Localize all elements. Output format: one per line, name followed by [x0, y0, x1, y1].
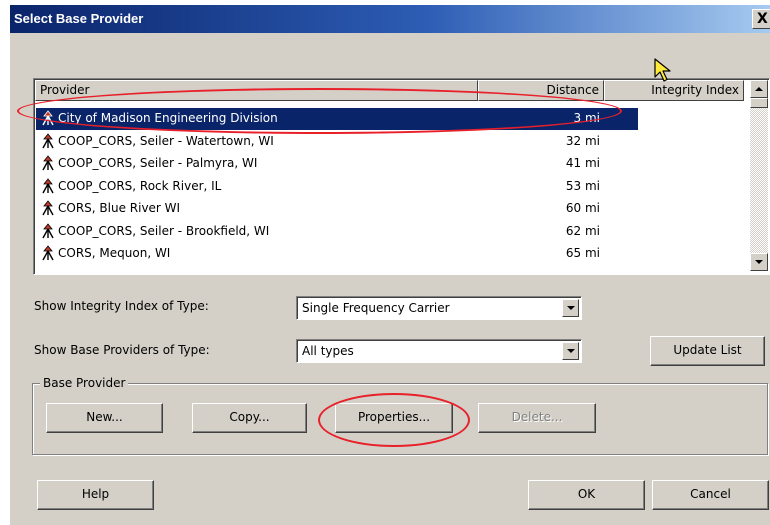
- window-title: Select Base Provider: [14, 11, 144, 26]
- scroll-down-arrow-icon: [755, 260, 763, 264]
- provider-type-value: All types: [302, 344, 354, 358]
- properties-button[interactable]: Properties...: [335, 403, 453, 433]
- provider-name: COOP_CORS, Rock River, IL: [58, 178, 222, 193]
- close-button[interactable]: X: [752, 9, 770, 29]
- integrity-type-label: Show Integrity Index of Type:: [34, 299, 209, 313]
- integrity-type-select[interactable]: Single Frequency Carrier: [296, 296, 582, 320]
- integrity-dropdown-button[interactable]: [562, 299, 579, 317]
- provider-distance: 65 mi: [565, 246, 600, 260]
- survey-tripod-icon: [42, 177, 54, 193]
- scroll-up-arrow-icon: [755, 87, 763, 91]
- provider-row[interactable]: COOP_CORS, Rock River, IL 53 mi: [36, 176, 616, 198]
- provider-row[interactable]: COOP_CORS, Seiler - Brookfield, WI 62 mi: [36, 221, 616, 243]
- help-button[interactable]: Help: [37, 480, 154, 510]
- provider-name: COOP_CORS, Seiler - Palmyra, WI: [58, 156, 258, 170]
- survey-tripod-icon: [42, 222, 54, 238]
- survey-tripod-icon: [42, 200, 54, 216]
- column-header-integrity-index[interactable]: Integrity Index: [604, 80, 744, 101]
- base-provider-group-label: Base Provider: [40, 376, 129, 390]
- cancel-button[interactable]: Cancel: [652, 480, 769, 510]
- provider-distance: 53 mi: [565, 178, 600, 193]
- scroll-down-button[interactable]: [750, 253, 768, 271]
- provider-name: CORS, Mequon, WI: [58, 246, 171, 260]
- provider-distance: 3 mi: [573, 111, 600, 125]
- survey-tripod-icon: [42, 245, 54, 261]
- new-button[interactable]: New...: [46, 403, 163, 433]
- scroll-up-button[interactable]: [750, 80, 768, 98]
- provider-type-select[interactable]: All types: [296, 339, 582, 363]
- provider-distance: 41 mi: [565, 156, 600, 170]
- provider-row[interactable]: CORS, Mequon, WI 65 mi: [36, 243, 616, 265]
- provider-distance: 32 mi: [565, 133, 600, 148]
- delete-button: Delete...: [478, 403, 596, 433]
- scroll-thumb[interactable]: [750, 98, 768, 108]
- provider-row[interactable]: COOP_CORS, Seiler - Watertown, WI 32 mi: [36, 131, 616, 153]
- provider-type-label: Show Base Providers of Type:: [34, 343, 210, 357]
- provider-row[interactable]: CORS, Blue River WI 60 mi: [36, 198, 616, 220]
- provider-name: COOP_CORS, Seiler - Watertown, WI: [58, 133, 274, 148]
- ok-button[interactable]: OK: [528, 480, 645, 510]
- integrity-type-value: Single Frequency Carrier: [302, 301, 450, 315]
- provider-name: CORS, Blue River WI: [58, 201, 181, 215]
- chevron-down-icon: [567, 349, 575, 353]
- title-bar[interactable]: Select Base Provider X: [10, 5, 770, 33]
- provider-dropdown-button[interactable]: [562, 342, 579, 360]
- chevron-down-icon: [567, 306, 575, 310]
- survey-tripod-icon: [42, 110, 54, 126]
- survey-tripod-icon: [42, 132, 54, 148]
- provider-distance: 60 mi: [565, 201, 600, 215]
- vertical-scrollbar[interactable]: [750, 80, 768, 271]
- update-list-button[interactable]: Update List: [650, 336, 765, 366]
- provider-row[interactable]: COOP_CORS, Seiler - Palmyra, WI 41 mi: [36, 153, 616, 175]
- provider-name: City of Madison Engineering Division: [58, 111, 278, 125]
- provider-row[interactable]: City of Madison Engineering Division 3 mi: [36, 108, 638, 130]
- mouse-pointer-icon: [654, 58, 671, 82]
- provider-name: COOP_CORS, Seiler - Brookfield, WI: [58, 223, 270, 238]
- column-header-distance[interactable]: Distance: [478, 80, 604, 101]
- copy-button[interactable]: Copy...: [192, 403, 307, 433]
- column-header-provider[interactable]: Provider: [35, 80, 478, 101]
- survey-tripod-icon: [42, 155, 54, 171]
- provider-list[interactable]: Provider Distance Integrity Index City o…: [33, 78, 770, 275]
- provider-distance: 62 mi: [565, 223, 600, 238]
